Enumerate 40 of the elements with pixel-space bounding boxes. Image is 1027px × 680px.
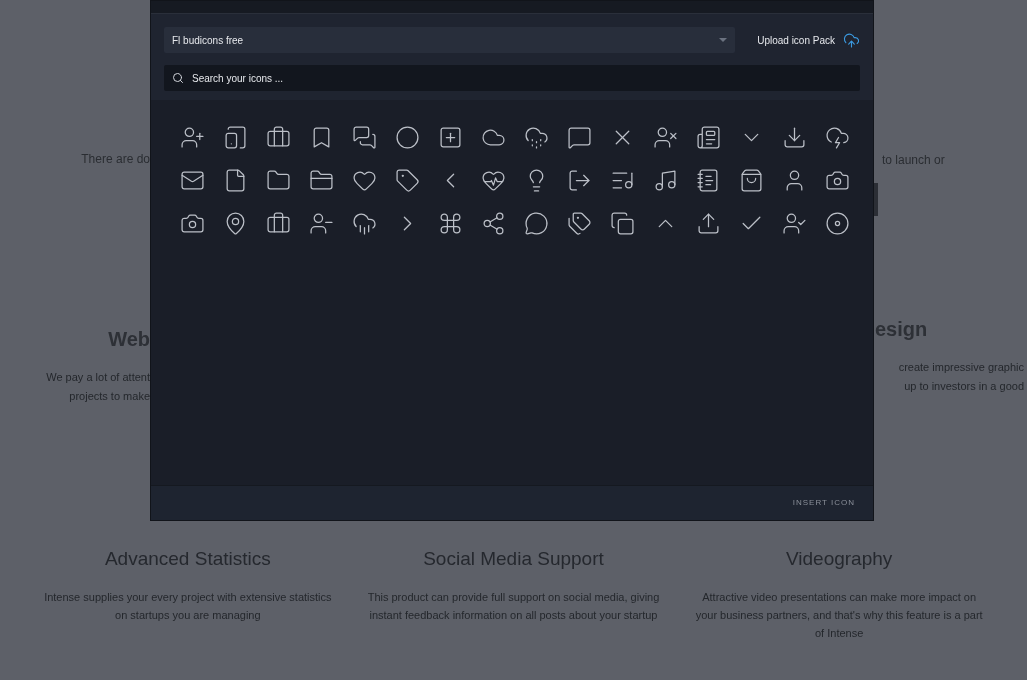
insert-icon-button[interactable]: INSERT ICON [792, 497, 855, 509]
tag-icon[interactable] [395, 168, 420, 193]
heart-icon[interactable] [352, 168, 377, 193]
shopping-bag-icon[interactable] [739, 168, 764, 193]
upload-icon[interactable] [696, 211, 721, 236]
user-plus-icon[interactable] [180, 125, 205, 150]
disc-icon[interactable] [825, 211, 850, 236]
chat-bubbles-icon[interactable] [352, 125, 377, 150]
speech-bubble-icon[interactable] [524, 211, 549, 236]
button-edge [874, 183, 878, 216]
dropdown-caret-icon [719, 38, 728, 42]
download-icon[interactable] [782, 125, 807, 150]
heart-pulse-icon[interactable] [481, 168, 506, 193]
search-icon [172, 72, 184, 84]
icon-pack-dropdown[interactable]: Fl budicons free [164, 27, 736, 53]
music-note-icon[interactable] [653, 168, 678, 193]
cloud-rain-icon[interactable] [352, 211, 377, 236]
section-text: create impressive graphic [898, 360, 1024, 375]
copy-icon[interactable] [610, 211, 635, 236]
share-icon[interactable] [481, 211, 506, 236]
cloud-drizzle-icon[interactable] [524, 125, 549, 150]
speech-bubble-icon[interactable] [567, 125, 592, 150]
cloud-lightning-icon[interactable] [825, 125, 850, 150]
tag-icon[interactable] [567, 211, 592, 236]
feature-title: Advanced Statistics [104, 547, 271, 571]
devices-icon[interactable] [223, 125, 248, 150]
cloud-upload-icon [843, 31, 860, 49]
user-minus-icon[interactable] [309, 211, 334, 236]
circle-icon[interactable] [395, 125, 420, 150]
feature-title: Social Media Support [423, 547, 604, 571]
search-field[interactable]: Search your icons ... [164, 65, 860, 91]
user-check-icon[interactable] [782, 211, 807, 236]
user-remove-icon[interactable] [653, 125, 678, 150]
command-icon[interactable] [438, 211, 463, 236]
section-text: We pay a lot of attent [46, 370, 150, 385]
newspaper-icon[interactable] [696, 125, 721, 150]
feature-title: Videography [785, 547, 893, 571]
square-plus-icon[interactable] [438, 125, 463, 150]
upload-icon-pack-button[interactable]: Upload icon Pack [757, 31, 860, 49]
exit-icon[interactable] [567, 168, 592, 193]
